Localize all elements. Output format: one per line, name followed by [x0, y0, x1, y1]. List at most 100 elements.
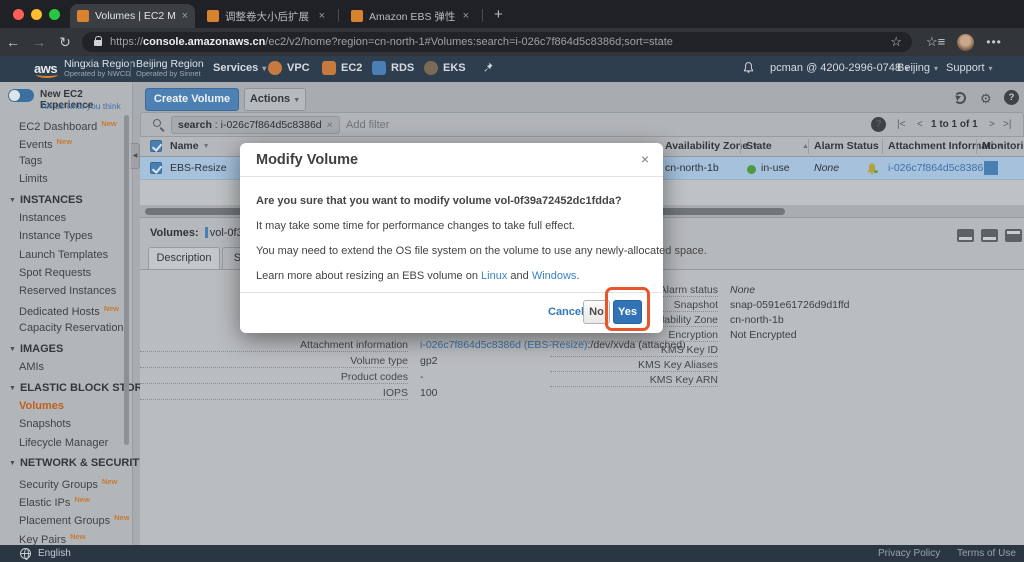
layout-bottom-pane-icon[interactable] [957, 229, 974, 242]
account-menu[interactable]: pcman @ 4200-2996-0748▾ [770, 62, 909, 74]
shortcut-ec2[interactable]: EC2 [341, 62, 362, 74]
support-menu[interactable]: Support▾ [946, 62, 993, 74]
reload-icon[interactable]: ↻ [52, 34, 78, 51]
aws-logo[interactable]: aws [34, 61, 57, 76]
pagination-prev-icon[interactable]: < [917, 119, 923, 130]
pagination-first-icon[interactable]: |< [897, 119, 905, 130]
no-button[interactable]: No [583, 300, 610, 324]
sidebar-item-reserved-instances[interactable]: Reserved Instances [0, 282, 133, 300]
shortcut-eks[interactable]: EKS [443, 62, 466, 74]
terms-of-use-link[interactable]: Terms of Use [957, 548, 1016, 559]
notifications-bell-icon[interactable] [742, 61, 755, 74]
chip-remove-icon[interactable]: × [327, 119, 333, 131]
sidebar-item-security-groups[interactable]: Security GroupsNew [0, 473, 133, 491]
select-all-checkbox[interactable] [150, 140, 162, 152]
layout-top-pane-icon[interactable] [1005, 229, 1022, 242]
browser-tab-volumes[interactable]: Volumes | EC2 Management Co × [70, 4, 195, 28]
tab-description[interactable]: Description [148, 247, 220, 269]
feedback-link[interactable]: Tell us what you think [40, 101, 121, 111]
new-tab-button[interactable]: + [494, 6, 503, 23]
sidebar-item-instance-types[interactable]: Instance Types [0, 227, 133, 245]
add-filter-placeholder[interactable]: Add filter [346, 119, 389, 131]
browser-url-row: ← → ↻ https://console.amazonaws.cn/ec2/v… [0, 28, 1024, 56]
help-icon[interactable]: ? [1004, 90, 1019, 105]
snapshot-link[interactable]: snap-0591e61726d9d1ffd [730, 299, 850, 311]
cell-attachment-link[interactable]: i-026c7f864d5c8386... [888, 162, 992, 174]
sidebar-collapse-handle[interactable]: ◀ [131, 143, 140, 169]
refresh-icon[interactable] [954, 92, 966, 104]
actions-button[interactable]: Actions ▼ [244, 88, 306, 111]
sidebar-section-network-security[interactable]: ▼NETWORK & SECURITY [0, 454, 133, 472]
browser-tab-ebs-doc[interactable]: Amazon EBS 弹性卷 - Amazon E × [344, 4, 476, 28]
sidebar-item-key-pairs[interactable]: Key PairsNew [0, 528, 133, 546]
linux-link[interactable]: Linux [481, 270, 507, 282]
monitoring-thumbnail[interactable] [984, 161, 998, 175]
browser-menu-icon[interactable]: ••• [986, 35, 1002, 49]
sidebar-item-placement-groups[interactable]: Placement GroupsNew [0, 509, 133, 527]
create-volume-button[interactable]: Create Volume [145, 88, 239, 111]
tab-close-icon[interactable]: × [463, 10, 469, 22]
sidebar-scrollbar[interactable] [124, 115, 129, 445]
sidebar-item-dedicated-hosts[interactable]: Dedicated HostsNew [0, 300, 133, 318]
tab-close-icon[interactable]: × [319, 10, 325, 22]
browser-profile-avatar[interactable] [957, 34, 974, 51]
sidebar-item-elastic-ips[interactable]: Elastic IPsNew [0, 491, 133, 509]
sidebar-item-lifecycle-manager[interactable]: Lifecycle Manager [0, 434, 133, 452]
bookmark-star-icon[interactable]: ☆ [890, 34, 902, 50]
pagination-next-icon[interactable]: > [989, 119, 995, 130]
sidebar-item-events[interactable]: EventsNew [0, 133, 133, 151]
col-availability-zone[interactable]: Availability Zone▼ [665, 140, 759, 152]
browser-tab-linux-doc[interactable]: 调整卷大小后扩展 Linux 文件系 × [200, 4, 332, 28]
sidebar-item-amis[interactable]: AMIs [0, 358, 133, 376]
address-bar[interactable]: https://console.amazonaws.cn/ec2/v2/home… [82, 32, 912, 52]
new-badge: New [101, 119, 116, 128]
yes-button[interactable]: Yes [613, 300, 642, 324]
traffic-light-zoom-icon[interactable] [49, 9, 60, 20]
row-checkbox[interactable] [150, 162, 162, 174]
cancel-link[interactable]: Cancel [548, 306, 584, 318]
sidebar-section-images[interactable]: ▼IMAGES [0, 340, 133, 358]
sidebar-item-spot-requests[interactable]: Spot Requests [0, 264, 133, 282]
back-icon[interactable]: ← [0, 34, 26, 50]
shortcut-vpc[interactable]: VPC [287, 62, 310, 74]
vpc-icon [268, 61, 282, 75]
services-menu[interactable]: Services▾ [213, 62, 266, 74]
col-monitoring[interactable]: Monitori [982, 140, 1023, 152]
language-selector[interactable]: English [38, 548, 71, 559]
gear-icon[interactable]: ⚙ [980, 91, 992, 107]
sidebar-item-instances[interactable]: Instances [0, 209, 133, 227]
filter-bar[interactable]: search : i-026c7f864d5c8386d× Add filter… [140, 112, 1024, 137]
shortcut-rds[interactable]: RDS [391, 62, 414, 74]
sidebar-item-tags[interactable]: Tags [0, 152, 133, 170]
alarm-bell-icon[interactable] [865, 162, 879, 176]
col-alarm-status[interactable]: Alarm Status [814, 140, 879, 152]
windows-link[interactable]: Windows [532, 270, 577, 282]
globe-icon [20, 548, 31, 559]
col-name[interactable]: Name▼ [170, 140, 210, 152]
col-state[interactable]: State [746, 140, 772, 152]
pagination-range: 1 to 1 of 1 [931, 119, 978, 130]
sidebar-item-snapshots[interactable]: Snapshots [0, 415, 133, 433]
new-ec2-experience-toggle[interactable] [8, 89, 34, 102]
pagination-last-icon[interactable]: >| [1003, 119, 1011, 130]
bookmarks-list-icon[interactable]: ☆≡ [926, 34, 945, 50]
region-selector[interactable]: Beijing▾ [897, 62, 938, 74]
sidebar-section-elastic-block-store[interactable]: ▼ELASTIC BLOCK STORE [0, 379, 133, 397]
privacy-policy-link[interactable]: Privacy Policy [878, 548, 940, 559]
sidebar-item-volumes[interactable]: Volumes [0, 397, 133, 415]
traffic-light-minimize-icon[interactable] [31, 9, 42, 20]
sidebar-item-limits[interactable]: Limits [0, 170, 133, 188]
dialog-close-icon[interactable]: × [641, 151, 649, 167]
sidebar-item-capacity-reservations[interactable]: Capacity Reservations [0, 319, 133, 337]
sidebar-item-ec2-dashboard[interactable]: EC2 DashboardNew [0, 115, 133, 133]
search-filter-chip[interactable]: search : i-026c7f864d5c8386d× [171, 116, 340, 134]
sidebar-section-instances[interactable]: ▼INSTANCES [0, 191, 133, 209]
layout-split-pane-icon[interactable] [981, 229, 998, 242]
pin-icon[interactable] [482, 61, 495, 74]
filter-help-icon[interactable]: ? [871, 117, 886, 132]
selection-caret [205, 227, 208, 238]
traffic-light-close-icon[interactable] [13, 9, 24, 20]
forward-icon[interactable]: → [26, 34, 52, 50]
sidebar-item-launch-templates[interactable]: Launch Templates [0, 246, 133, 264]
tab-close-icon[interactable]: × [182, 10, 188, 22]
